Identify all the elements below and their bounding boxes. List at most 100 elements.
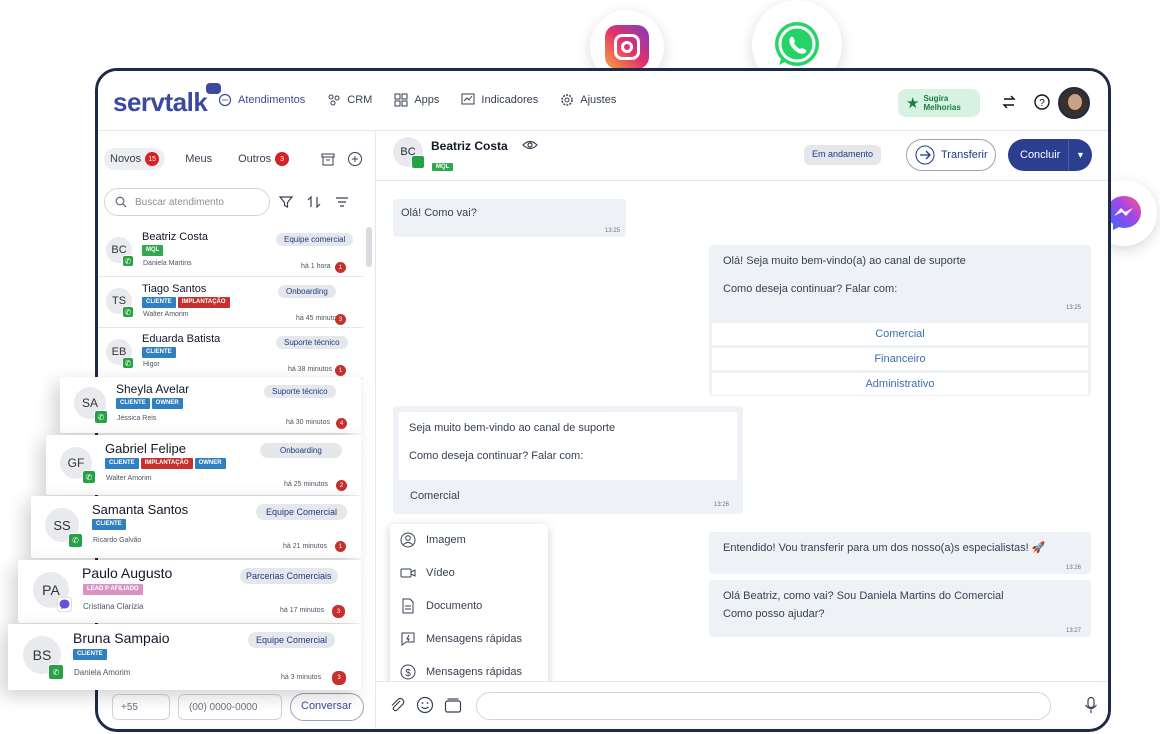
quick-message-icon: [401, 632, 415, 646]
add-icon[interactable]: [347, 151, 363, 167]
phone-input[interactable]: (00) 0000-0000: [178, 694, 282, 720]
transfer-button[interactable]: Transferir: [906, 139, 996, 171]
tag: CLIENTE: [105, 458, 139, 469]
eye-icon[interactable]: [522, 138, 538, 152]
menu-item-mensagens-rapidas[interactable]: Mensagens rápidas: [400, 631, 522, 647]
option-financeiro[interactable]: Financeiro: [711, 347, 1089, 371]
message-bubble: Seja muito bem-vindo ao canal de suporte…: [393, 406, 743, 514]
list-item[interactable]: SS ✆ Samanta Santos CLIENTE Ricardo Galv…: [31, 496, 361, 558]
department-badge: Equipe Comercial: [248, 632, 336, 648]
start-conversation-button[interactable]: Conversar: [290, 693, 364, 721]
nav-apps[interactable]: Apps: [394, 93, 439, 107]
department-badge: Onboarding: [278, 285, 336, 298]
whatsapp-icon: [411, 155, 425, 169]
whatsapp-icon: ✆: [82, 470, 96, 484]
tab-meus[interactable]: Meus: [179, 149, 218, 169]
filter-icon[interactable]: [278, 194, 294, 210]
message-bubble: Entendido! Vou transferir para um dos no…: [709, 532, 1091, 574]
whatsapp-icon: ✆: [122, 306, 134, 318]
option-comercial[interactable]: Comercial: [711, 322, 1089, 346]
emoji-icon[interactable]: [416, 696, 434, 714]
menu-item-imagem[interactable]: Imagem: [400, 532, 466, 548]
status-badge: Em andamento: [804, 145, 882, 165]
microphone-icon[interactable]: [1082, 696, 1100, 714]
department-badge: Suporte técnico: [276, 336, 348, 349]
count-badge: 3: [275, 152, 290, 166]
list-item[interactable]: SA ✆ Sheyla Avelar CLIENTE OWNER Jéssica …: [60, 377, 361, 433]
option-administrativo[interactable]: Administrativo: [711, 372, 1089, 396]
tag: CLIENTE: [73, 649, 107, 660]
nav-indicadores[interactable]: Indicadores: [461, 93, 538, 107]
department-badge: Equipe Comercial: [256, 504, 348, 520]
user-circle-icon: [400, 532, 416, 548]
document-icon: [402, 598, 414, 614]
tag: IMPLANTAÇÃO: [140, 458, 193, 469]
unread-count: 2: [336, 480, 347, 491]
swap-icon[interactable]: [1000, 93, 1018, 111]
list-item[interactable]: EB ✆ Eduarda Batista CLIENTE Higor Supor…: [98, 329, 363, 379]
star-icon: ★: [906, 95, 920, 112]
department-badge: Onboarding: [260, 443, 342, 458]
ddi-select[interactable]: +55: [112, 694, 170, 720]
attachment-menu: Imagem Vídeo Documento Mensagens rápidas…: [390, 524, 548, 696]
list-item[interactable]: BC ✆ Beatriz Costa MQL Daniela Martins E…: [98, 227, 363, 277]
list-item[interactable]: TS ✆ Tiago Santos CLIENTE IMPLANTAÇÃO Wal…: [98, 278, 363, 328]
message-bubble: Olá! Como vai? 13:25: [393, 199, 626, 237]
whatsapp-icon: ✆: [122, 357, 134, 369]
scrollbar[interactable]: [366, 227, 372, 267]
whatsapp-icon: ✆: [122, 255, 134, 267]
message-bubble: Olá Beatriz, como vai? Sou Daniela Marti…: [709, 580, 1091, 637]
tag: CLIENTE: [142, 347, 176, 358]
grid-icon: [394, 93, 408, 107]
crm-icon: [328, 94, 340, 106]
message-input[interactable]: [476, 692, 1051, 720]
top-bar: servtalk Atendimentos CRM Apps: [98, 71, 1108, 131]
servtalk-logo: servtalk: [113, 77, 222, 118]
messenger-icon: [57, 597, 72, 612]
unread-count: 1: [335, 262, 346, 273]
department-badge: Suporte técnico: [264, 385, 336, 398]
list-item[interactable]: BS ✆ Bruna Sampaio CLIENTE Daniela Amori…: [8, 624, 361, 690]
unread-count: 4: [336, 418, 347, 429]
menu-item-video[interactable]: Vídeo: [400, 565, 455, 581]
list-item[interactable]: PA Paulo Augusto LEAD P AFILIADO Cristia…: [18, 560, 361, 623]
contact-name: Beatriz Costa: [431, 139, 508, 153]
template-icon[interactable]: [444, 696, 462, 714]
menu-item-documento[interactable]: Documento: [400, 598, 482, 614]
archive-icon[interactable]: [320, 151, 336, 167]
user-avatar[interactable]: [1058, 87, 1090, 119]
svg-text:?: ?: [1039, 98, 1045, 109]
tag: CLIENTE: [92, 519, 126, 530]
list-filter-icon[interactable]: [334, 194, 350, 210]
search-input[interactable]: [135, 196, 255, 208]
nav-crm[interactable]: CRM: [327, 93, 372, 107]
sort-icon[interactable]: [306, 194, 322, 210]
chevron-down-icon[interactable]: ▼: [1068, 139, 1092, 171]
message-composer: [376, 681, 1108, 729]
nav-atendimentos[interactable]: Atendimentos: [218, 93, 305, 107]
tab-outros[interactable]: Outros 3: [232, 148, 295, 170]
list-item[interactable]: GF ✆ Gabriel Felipe CLIENTE IMPLANTAÇÃO OW…: [46, 435, 361, 495]
conclude-button[interactable]: Concluir ▼: [1008, 139, 1092, 171]
menu-item-mensagens-rapidas-pagamento[interactable]: $ Mensagens rápidas: [400, 664, 522, 680]
main-nav: Atendimentos CRM Apps Indicadores Ajuste…: [218, 93, 616, 107]
help-icon[interactable]: ?: [1033, 93, 1051, 111]
new-conversation-bar: +55 (00) 0000-0000 Conversar: [112, 693, 364, 721]
marketing-stage: servtalk Atendimentos CRM Apps: [0, 0, 1160, 734]
message-bubble: Olá! Seja muito bem-vindo(a) ao canal de…: [709, 245, 1091, 396]
unread-count: 3: [335, 314, 346, 325]
whatsapp-icon: ✆: [68, 533, 83, 548]
gear-icon: [561, 94, 574, 106]
search-field[interactable]: [104, 188, 270, 216]
arrow-right-icon: [915, 145, 935, 165]
nav-ajustes[interactable]: Ajustes: [560, 93, 616, 107]
whatsapp-icon: [775, 22, 819, 66]
instagram-icon: [605, 25, 649, 69]
tab-novos[interactable]: Novos 15: [104, 148, 166, 170]
tag: MQL: [432, 163, 454, 171]
suggest-improvements-button[interactable]: ★ Sugira Melhorias: [898, 89, 980, 117]
paperclip-icon[interactable]: [388, 696, 406, 714]
chat-header: BC Beatriz Costa MQL Em andamento Transf…: [376, 131, 1108, 181]
tag: LEAD P AFILIADO: [83, 584, 143, 595]
dollar-icon: $: [400, 664, 416, 680]
